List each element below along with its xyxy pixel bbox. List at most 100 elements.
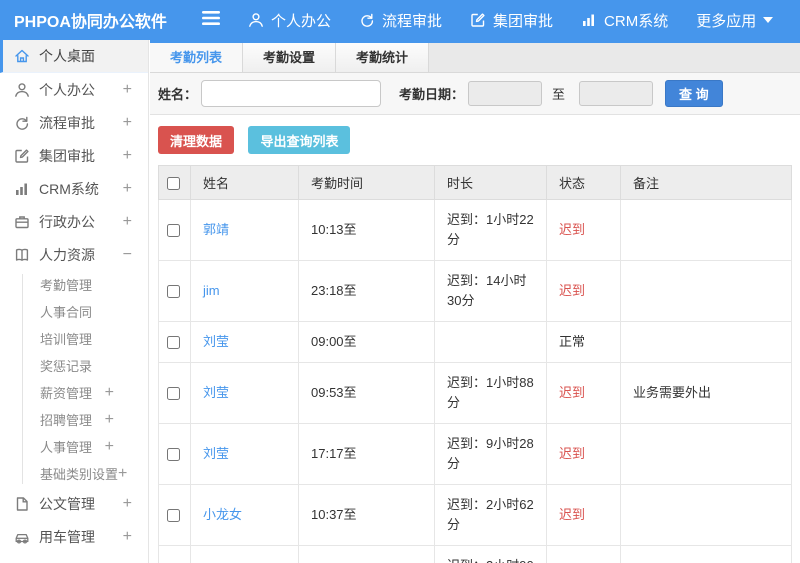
name-input[interactable] xyxy=(201,80,382,107)
search-button[interactable]: 查 询 xyxy=(665,80,723,107)
sidebar-item-document-management[interactable]: 公文管理 + xyxy=(0,487,148,520)
employee-name-link[interactable]: 刘莹 xyxy=(203,385,229,400)
expand-icon[interactable]: + xyxy=(105,438,114,455)
row-checkbox[interactable] xyxy=(167,285,180,299)
cell-attendance-time: 17:17至 xyxy=(298,423,435,485)
doc-icon xyxy=(14,496,30,512)
edit-icon xyxy=(470,12,486,28)
cell-attendance-time: 09:00至 xyxy=(298,321,435,363)
sidebar-item-admin-office[interactable]: 行政办公 + xyxy=(0,205,148,238)
sidebar-subitem-salary-management[interactable]: 薪资管理 + xyxy=(0,379,148,406)
duration-line: 迟到：2小时62分 xyxy=(447,497,534,532)
cell-status: 迟到/早退 xyxy=(546,545,621,563)
sidebar-subitem-label: 培训管理 xyxy=(40,332,93,347)
edit-icon xyxy=(14,148,30,164)
sidebar-subitem-basic-category-settings[interactable]: 基础类别设置 + xyxy=(0,460,148,487)
sidebar-subitem-recruitment-management[interactable]: 招聘管理 + xyxy=(0,406,148,433)
sidebar-item-label: 个人桌面 xyxy=(39,48,95,64)
cell-note xyxy=(620,260,792,322)
export-list-button[interactable]: 导出查询列表 xyxy=(248,126,351,154)
expand-icon[interactable]: + xyxy=(123,180,132,197)
tab-attendance-stats[interactable]: 考勤统计 xyxy=(336,43,430,72)
topbar: PHPOA协同办公软件 个人办公 流程审批 集团审批 CRM系统 更多应用 xyxy=(0,0,800,40)
employee-name-link[interactable]: 刘莹 xyxy=(203,334,229,349)
cell-attendance-time: 10:37至 xyxy=(298,484,435,546)
expand-icon[interactable]: + xyxy=(123,114,132,131)
sidebar-item-vehicle-management[interactable]: 用车管理 + xyxy=(0,520,148,553)
topnav-item-group-approval[interactable]: 集团审批 xyxy=(470,10,553,31)
clean-data-button[interactable]: 清理数据 xyxy=(158,126,235,154)
menu-toggle-icon[interactable] xyxy=(202,10,220,30)
process-icon xyxy=(14,115,30,131)
row-checkbox[interactable] xyxy=(167,224,180,238)
cell-name: 刘莹 xyxy=(190,321,299,363)
expand-icon[interactable]: + xyxy=(123,495,132,512)
expand-icon[interactable]: + xyxy=(105,384,114,401)
cell-duration: 迟到：9小时28分 xyxy=(434,423,547,485)
expand-icon[interactable]: + xyxy=(123,147,132,164)
sidebar-subitem-reward-punishment-records[interactable]: 奖惩记录 xyxy=(0,352,148,379)
table-row: 郭靖 10:13至 迟到：1小时22分 迟到 xyxy=(158,199,792,261)
topnav-item-personal-office[interactable]: 个人办公 xyxy=(248,10,331,31)
cell-status: 迟到 xyxy=(546,423,621,485)
date-to-input[interactable] xyxy=(579,81,654,106)
cell-status: 迟到 xyxy=(546,484,621,546)
menu-icon xyxy=(202,10,220,30)
sidebar-item-personal-office[interactable]: 个人办公 + xyxy=(0,73,148,106)
employee-name-link[interactable]: 郭靖 xyxy=(203,222,229,237)
sidebar-subitem-training-management[interactable]: 培训管理 xyxy=(0,325,148,352)
col-header-name: 姓名 xyxy=(190,165,299,200)
duration-line: 迟到：2小时90分 xyxy=(447,556,540,563)
expand-icon[interactable]: + xyxy=(118,465,127,482)
cell-duration: 迟到：1小时88分 xyxy=(434,362,547,424)
row-checkbox[interactable] xyxy=(167,336,180,350)
cell-checkbox xyxy=(158,484,191,546)
tab-attendance-settings[interactable]: 考勤设置 xyxy=(243,43,337,72)
sidebar-item-personal-desktop[interactable]: 个人桌面 xyxy=(0,40,148,73)
sidebar-item-workflow-approval[interactable]: 流程审批 + xyxy=(0,106,148,139)
employee-name-link[interactable]: 小龙女 xyxy=(203,507,242,522)
main-content: 考勤列表 考勤设置 考勤统计 姓名： 考勤日期： 至 查 询 清理数据 导出查询… xyxy=(150,40,800,563)
date-from-input[interactable] xyxy=(468,81,543,106)
topnav-item-crm-system[interactable]: CRM系统 xyxy=(581,10,668,31)
sidebar-subitem-personnel-contract[interactable]: 人事合同 xyxy=(0,298,148,325)
sidebar-subitem-personnel-management[interactable]: 人事管理 + xyxy=(0,433,148,460)
sidebar-item-human-resources[interactable]: 人力资源 − xyxy=(0,238,148,271)
sidebar-subitem-label: 奖惩记录 xyxy=(40,359,93,374)
employee-name-link[interactable]: 刘莹 xyxy=(203,446,229,461)
sidebar-item-group-approval[interactable]: 集团审批 + xyxy=(0,139,148,172)
cell-name: 小龙女 xyxy=(190,484,299,546)
tab-attendance-list[interactable]: 考勤列表 xyxy=(150,43,244,72)
employee-name-link[interactable]: jim xyxy=(203,283,220,298)
sidebar-subitem-attendance-management[interactable]: 考勤管理 xyxy=(0,271,148,298)
col-header-note: 备注 xyxy=(620,165,792,200)
user-icon xyxy=(248,12,264,28)
select-all-checkbox[interactable] xyxy=(167,177,180,191)
sidebar-subitem-label: 基础类别设置 xyxy=(40,467,119,482)
collapse-icon[interactable]: − xyxy=(123,246,132,263)
topnav-item-label: 流程审批 xyxy=(382,12,443,30)
cell-name: 管理员 xyxy=(190,545,299,563)
row-checkbox[interactable] xyxy=(167,387,180,401)
topnav-item-workflow-approval[interactable]: 流程审批 xyxy=(359,10,442,31)
topnav-item-more-apps[interactable]: 更多应用 xyxy=(696,10,774,31)
home-icon xyxy=(14,48,30,64)
expand-icon[interactable]: + xyxy=(105,411,114,428)
sidebar-item-crm-system[interactable]: CRM系统 + xyxy=(0,172,148,205)
cell-attendance-time: 23:18至 xyxy=(298,260,435,322)
cell-attendance-time: 10:13至 xyxy=(298,199,435,261)
expand-icon[interactable]: + xyxy=(123,213,132,230)
cell-status: 迟到 xyxy=(546,260,621,322)
to-label: 至 xyxy=(552,87,566,102)
expand-icon[interactable]: + xyxy=(123,528,132,545)
row-checkbox[interactable] xyxy=(167,448,180,462)
expand-icon[interactable]: + xyxy=(123,81,132,98)
cell-status: 迟到 xyxy=(546,199,621,261)
cell-name: 刘莹 xyxy=(190,362,299,424)
cell-duration: 迟到：2小时62分 xyxy=(434,484,547,546)
attendance-date-label: 考勤日期： xyxy=(399,87,465,102)
process-icon xyxy=(359,12,375,28)
col-header-duration: 时长 xyxy=(434,165,547,200)
row-checkbox[interactable] xyxy=(167,509,180,523)
table-row: 小龙女 10:37至 迟到：2小时62分 迟到 xyxy=(158,484,792,546)
